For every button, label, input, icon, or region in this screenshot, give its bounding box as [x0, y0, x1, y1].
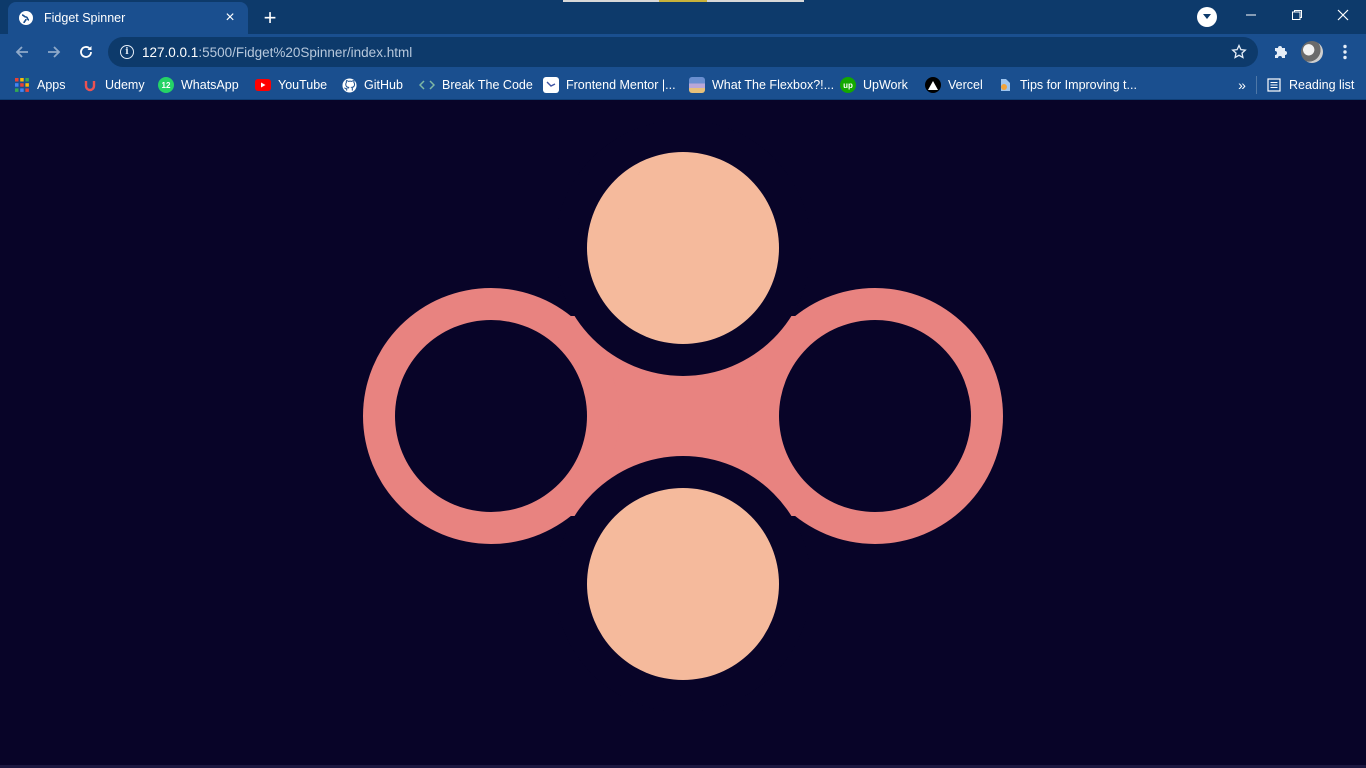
page-viewport [0, 101, 1366, 768]
reading-list-icon [1266, 77, 1282, 93]
apps-grid-icon [14, 77, 30, 93]
bookmark-flexbox[interactable]: What The Flexbox?!... [689, 75, 834, 95]
bookmark-whatsapp[interactable]: 12 WhatsApp [158, 75, 239, 95]
fidget-spinner [363, 120, 1003, 712]
bookmark-tips[interactable]: Tips for Improving t... [997, 75, 1137, 95]
extensions-puzzle-icon[interactable] [1267, 39, 1293, 65]
udemy-icon [82, 77, 98, 93]
tab-search-icon[interactable] [1197, 7, 1217, 27]
tab-strip-hint [563, 0, 804, 2]
url-text[interactable]: 127.0.0.1:5500/Fidget%20Spinner/index.ht… [142, 45, 412, 60]
more-menu-icon[interactable] [1332, 39, 1358, 65]
reload-button[interactable] [73, 39, 99, 65]
bookmark-label: WhatsApp [181, 78, 239, 92]
vercel-icon [925, 77, 941, 93]
spinner-top-weight [587, 152, 779, 344]
youtube-icon [255, 77, 271, 93]
bookmark-label: Break The Code [442, 78, 533, 92]
code-icon [419, 77, 435, 93]
bookmark-break-the-code[interactable]: Break The Code [419, 75, 533, 95]
url-host: 127.0.0.1 [142, 44, 199, 60]
reading-list-label: Reading list [1289, 78, 1355, 92]
github-icon [341, 77, 357, 93]
bookmarks-divider [1256, 76, 1257, 94]
spinner-bottom-weight [587, 488, 779, 680]
arrow-left-icon [15, 46, 28, 58]
restore-button[interactable] [1274, 0, 1320, 30]
reading-list-button[interactable]: Reading list [1266, 75, 1354, 95]
browser-title-bar: Fidget Spinner × + [0, 0, 1366, 34]
whatsapp-icon: 12 [158, 77, 174, 93]
bookmark-upwork[interactable]: up UpWork [840, 75, 908, 95]
bookmark-label: What The Flexbox?!... [712, 78, 835, 92]
globe-icon [18, 10, 34, 26]
bookmark-youtube[interactable]: YouTube [255, 75, 327, 95]
bookmark-frontend-mentor[interactable]: Frontend Mentor |... [543, 75, 676, 95]
bookmark-label: Frontend Mentor |... [566, 78, 676, 92]
tab-fidget-spinner[interactable]: Fidget Spinner × [8, 2, 248, 34]
url-path: :5500/Fidget%20Spinner/index.html [198, 44, 413, 60]
bookmark-udemy[interactable]: Udemy [82, 75, 145, 95]
bookmark-apps[interactable]: Apps [14, 75, 66, 95]
bookmark-label: GitHub [364, 78, 403, 92]
bookmark-label: Udemy [105, 78, 145, 92]
more-bookmarks-button[interactable]: » [1232, 75, 1252, 95]
profile-avatar[interactable] [1299, 39, 1325, 65]
upwork-icon: up [840, 77, 856, 93]
spinner-right-hole [779, 320, 971, 512]
spinner-left-hole [395, 320, 587, 512]
bookmark-vercel[interactable]: Vercel [925, 75, 983, 95]
bookmark-github[interactable]: GitHub [341, 75, 403, 95]
tips-icon [997, 77, 1013, 93]
arrow-right-icon [48, 46, 61, 58]
close-window-button[interactable] [1320, 0, 1366, 30]
bookmarks-bar: Apps Udemy 12 WhatsApp YouTube GitHub Br… [0, 70, 1366, 100]
bookmark-star-icon[interactable] [1230, 43, 1248, 61]
bookmark-label: YouTube [278, 78, 328, 92]
bookmark-label: Tips for Improving t... [1020, 78, 1137, 92]
tab-title: Fidget Spinner [44, 11, 126, 25]
back-button[interactable] [9, 39, 35, 65]
bookmark-label: Apps [37, 78, 66, 92]
browser-toolbar: i 127.0.0.1:5500/Fidget%20Spinner/index.… [0, 34, 1366, 70]
minimize-button[interactable] [1228, 0, 1274, 30]
frontend-mentor-icon [543, 77, 559, 93]
site-info-icon[interactable]: i [120, 45, 134, 59]
forward-button[interactable] [41, 39, 67, 65]
tab-close-icon[interactable]: × [222, 10, 238, 26]
reload-icon [80, 46, 92, 58]
address-bar[interactable]: i 127.0.0.1:5500/Fidget%20Spinner/index.… [108, 37, 1258, 67]
bookmark-label: UpWork [863, 78, 908, 92]
new-tab-button[interactable]: + [258, 6, 282, 30]
flexbox-icon [689, 77, 705, 93]
bookmark-label: Vercel [948, 78, 983, 92]
